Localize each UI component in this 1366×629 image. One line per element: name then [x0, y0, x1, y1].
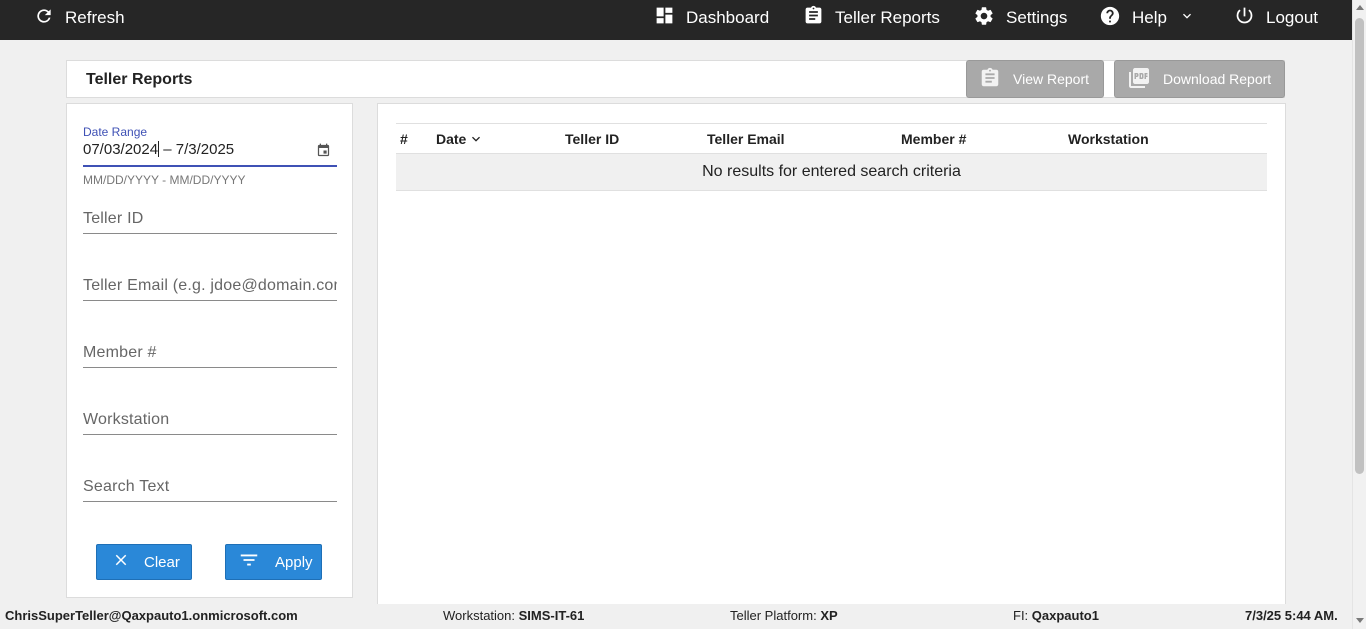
apply-button[interactable]: Apply [225, 544, 322, 580]
date-range-underline [83, 165, 337, 167]
footer-workstation: Workstation: SIMS-IT-61 [443, 608, 584, 623]
nav-help-label: Help [1132, 8, 1167, 27]
field-underline [83, 434, 337, 435]
member-number-field[interactable]: Member # [83, 344, 337, 368]
teller-id-placeholder: Teller ID [83, 210, 144, 227]
nav-help[interactable]: Help [1099, 0, 1195, 36]
footer-user: ChrisSuperTeller@Qaxpauto1.onmicrosoft.c… [5, 608, 298, 623]
column-header-date[interactable]: Date [436, 131, 484, 147]
results-table: # Date Teller ID Teller Email Member # W… [396, 123, 1267, 191]
member-number-placeholder: Member # [83, 344, 157, 361]
pdf-icon [1127, 66, 1151, 93]
scroll-up-arrow-icon[interactable] [1356, 5, 1364, 10]
empty-results-message: No results for entered search criteria [396, 154, 1267, 191]
footer-platform: Teller Platform: XP [730, 608, 838, 623]
column-header-teller-email[interactable]: Teller Email [707, 131, 785, 147]
footer-fi: FI: Qaxpauto1 [1013, 608, 1099, 623]
nav-teller-reports[interactable]: Teller Reports [803, 0, 940, 36]
refresh-label: Refresh [65, 8, 125, 27]
search-text-placeholder: Search Text [83, 478, 170, 495]
column-header-number[interactable]: # [400, 131, 408, 147]
date-range-input[interactable]: 07/03/2024 – 7/3/2025 [83, 141, 234, 158]
teller-email-placeholder: Teller Email (e.g. jdoe@domain.com) [83, 277, 337, 294]
footer-timestamp: 7/3/25 5:44 AM. [1245, 608, 1338, 623]
refresh-button[interactable]: Refresh [34, 0, 125, 36]
filter-panel: Date Range 07/03/2024 – 7/3/2025 MM/DD/Y… [66, 103, 353, 598]
gear-icon [973, 5, 995, 32]
chevron-down-icon [1179, 8, 1195, 29]
column-header-date-label: Date [436, 131, 467, 147]
field-underline [83, 233, 337, 234]
date-range-label: Date Range [83, 125, 148, 139]
clear-button[interactable]: Clear [96, 544, 192, 580]
teller-email-field[interactable]: Teller Email (e.g. jdoe@domain.com) [83, 277, 337, 301]
scrollbar-thumb[interactable] [1355, 18, 1364, 474]
table-header: # Date Teller ID Teller Email Member # W… [396, 123, 1267, 154]
date-range-hint: MM/DD/YYYY - MM/DD/YYYY [83, 173, 246, 187]
scroll-down-arrow-icon[interactable] [1356, 618, 1364, 623]
field-underline [83, 300, 337, 301]
field-underline [83, 501, 337, 502]
column-header-workstation[interactable]: Workstation [1068, 131, 1149, 147]
nav-dashboard[interactable]: Dashboard [654, 0, 769, 36]
status-bar: ChrisSuperTeller@Qaxpauto1.onmicrosoft.c… [0, 604, 1352, 629]
sort-desc-icon [468, 131, 484, 147]
nav-settings-label: Settings [1006, 8, 1068, 27]
column-header-member-number[interactable]: Member # [901, 131, 966, 147]
results-panel: # Date Teller ID Teller Email Member # W… [377, 103, 1286, 605]
footer-platform-value: XP [820, 608, 838, 623]
footer-timestamp-value: 7/3/25 5:44 AM. [1245, 608, 1338, 623]
nav-settings[interactable]: Settings [973, 0, 1067, 36]
logout-button[interactable]: Logout [1234, 0, 1318, 36]
workstation-field[interactable]: Workstation [83, 411, 337, 435]
top-nav-bar: Refresh Dashboard Teller Reports Setting… [0, 0, 1352, 40]
clipboard-icon [803, 5, 824, 31]
download-report-label: Download Report [1163, 71, 1272, 87]
page-scrollbar[interactable] [1352, 0, 1366, 629]
calendar-icon[interactable] [316, 143, 331, 163]
date-start-value: 07/03/2024 [83, 141, 159, 158]
footer-workstation-value: SIMS-IT-61 [518, 608, 585, 623]
close-icon [112, 551, 130, 573]
dashboard-icon [654, 5, 675, 31]
field-underline [83, 367, 337, 368]
logout-label: Logout [1266, 8, 1318, 27]
view-report-label: View Report [1013, 71, 1090, 87]
power-icon [1234, 5, 1255, 31]
report-icon [979, 67, 1001, 92]
footer-fi-value: Qaxpauto1 [1031, 608, 1099, 623]
download-report-button[interactable]: Download Report [1114, 60, 1285, 98]
filter-icon [238, 549, 260, 575]
page-title: Teller Reports [86, 71, 193, 88]
footer-platform-label: Teller Platform: [730, 608, 817, 623]
workstation-placeholder: Workstation [83, 411, 170, 428]
refresh-icon [34, 6, 54, 31]
view-report-button[interactable]: View Report [966, 60, 1104, 98]
footer-user-email: ChrisSuperTeller@Qaxpauto1.onmicrosoft.c… [5, 608, 298, 623]
date-separator: – [159, 141, 176, 158]
footer-workstation-label: Workstation: [443, 608, 516, 623]
teller-id-field[interactable]: Teller ID [83, 210, 337, 234]
date-end-value: 7/3/2025 [175, 141, 235, 158]
footer-fi-label: FI: [1013, 608, 1029, 623]
nav-teller-reports-label: Teller Reports [835, 8, 940, 27]
nav-dashboard-label: Dashboard [686, 8, 770, 27]
column-header-teller-id[interactable]: Teller ID [565, 131, 619, 147]
clear-label: Clear [144, 553, 180, 571]
apply-label: Apply [275, 553, 313, 571]
page-header: Teller Reports View Report Download Repo… [66, 60, 1285, 98]
help-icon [1099, 5, 1121, 32]
search-text-field[interactable]: Search Text [83, 478, 337, 502]
